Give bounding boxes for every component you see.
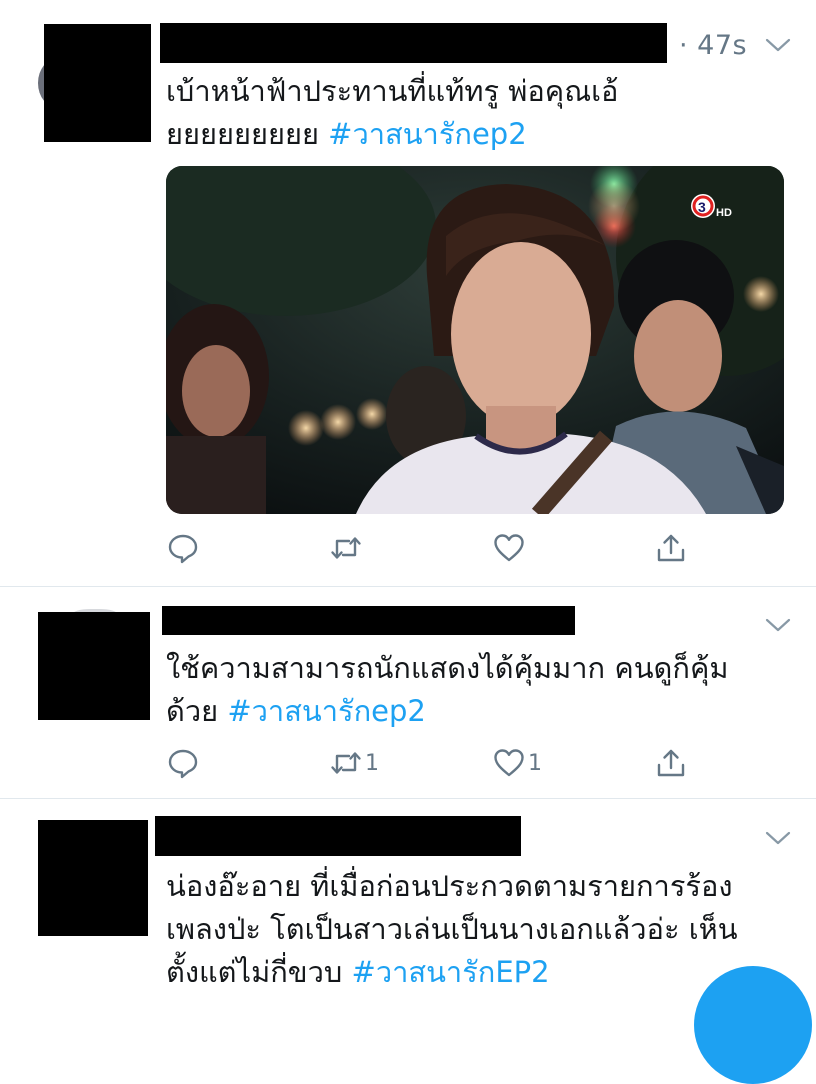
avatar-redacted[interactable] [44,24,151,142]
tweet-text-line-1: เบ้าหน้าฟ้าประทานที่แท้ทรู พ่อคุณเอ้ [166,74,619,108]
reply-button[interactable] [166,528,202,568]
compose-tweet-button[interactable] [694,966,812,1084]
tweet-1[interactable]: · 47s เบ้าหน้าฟ้าประทานที่แท้ทรู พ่อคุณเ… [0,0,816,586]
tweet-3[interactable]: น่องอ๊ะอาย ที่เมื่อก่อนประกวดตามรายการร้… [0,799,816,1000]
tweet-actions [166,528,706,568]
tweet-text: น่องอ๊ะอาย ที่เมื่อก่อนประกวดตามรายการร้… [166,865,738,994]
reply-button[interactable] [166,743,202,783]
channel-badge: HD [716,207,732,219]
tweet-media-image[interactable]: 3 HD [166,166,784,514]
like-button[interactable] [492,528,528,568]
tweet-actions: 1 1 [166,743,706,783]
channel-logo: 3 [698,199,706,215]
like-count: 1 [528,750,542,776]
avatar-redacted[interactable] [38,820,148,936]
tweet-timestamp: · 47s [679,30,748,61]
tv-screenshot: 3 HD [166,166,784,514]
tweet-text: ใช้ความสามารถนักแสดงได้คุ้มมาก คนดูก็คุ้… [166,647,728,733]
tweet-text: เบ้าหน้าฟ้าประทานที่แท้ทรู พ่อคุณเอ้ ยยย… [166,70,618,156]
tweet-text-line-2: ด้วย [166,694,228,728]
avatar-redacted[interactable] [38,612,150,720]
username-redacted[interactable] [160,23,667,63]
chevron-down-icon[interactable] [764,616,792,634]
username-redacted[interactable] [155,816,521,856]
hashtag-link[interactable]: #วาสนารักep2 [227,694,426,728]
retweet-count: 1 [365,750,379,776]
tweet-text-line-2: เพลงป่ะ โตเป็นสาวเล่นเป็นนางเอกแล้วอ่ะ เ… [166,912,738,946]
hashtag-link[interactable]: #วาสนารักEP2 [352,955,550,989]
tweet-text-line-1: น่องอ๊ะอาย ที่เมื่อก่อนประกวดตามรายการร้… [166,869,733,903]
reply-icon [168,534,198,564]
chevron-down-icon[interactable] [764,829,792,847]
heart-icon [494,749,524,777]
username-redacted[interactable] [162,606,575,635]
reply-icon [168,749,198,779]
chevron-down-icon[interactable] [764,36,792,54]
retweet-icon [331,537,361,559]
heart-icon [494,534,524,562]
share-icon [657,534,685,562]
retweet-button[interactable] [329,528,365,568]
share-button[interactable] [654,528,688,568]
hashtag-link[interactable]: #วาสนารักep2 [328,117,527,151]
retweet-icon [331,752,361,774]
tweet-text-line-3: ตั้งแต่ไม่กี่ขวบ [166,955,352,989]
tweet-2[interactable]: ใช้ความสามารถนักแสดงได้คุ้มมาก คนดูก็คุ้… [0,587,816,798]
like-button[interactable]: 1 [492,743,542,783]
share-icon [657,749,685,777]
tweet-text-line-2: ยยยยยยยยย [166,117,329,151]
retweet-button[interactable]: 1 [329,743,379,783]
share-button[interactable] [654,743,688,783]
tweet-text-line-1: ใช้ความสามารถนักแสดงได้คุ้มมาก คนดูก็คุ้… [166,651,729,685]
